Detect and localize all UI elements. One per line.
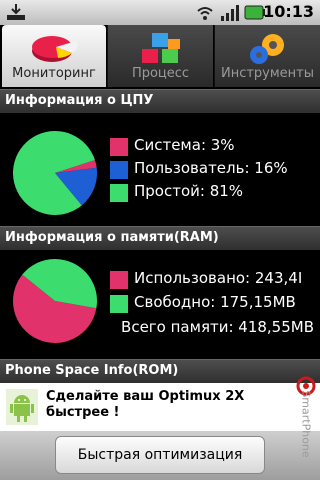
tab-tools-label: Инструменты	[220, 66, 315, 81]
watermark: SmartPhone	[294, 370, 318, 478]
cpu-idle-swatch	[110, 184, 128, 202]
rom-section-header: Phone Space Info(ROM)	[0, 359, 320, 383]
ram-legend-used: Использовано: 243,4I	[110, 269, 318, 291]
ram-pie-chart	[12, 259, 97, 343]
bottom-bar: Быстрая оптимизация	[0, 431, 320, 480]
tab-process[interactable]: Процесс	[107, 25, 213, 87]
ram-free-label: Свободно: 175,15MB	[134, 293, 296, 311]
cpu-legend-system: Система: 3%	[110, 136, 310, 158]
usb-download-icon	[7, 4, 25, 20]
cpu-user-swatch	[110, 161, 128, 179]
tab-tools[interactable]: Инструменты	[214, 25, 320, 87]
ram-free-swatch	[110, 295, 128, 313]
ram-used-swatch	[110, 271, 128, 289]
ad-banner[interactable]: Сделайте ваш Optimux 2X быстрее !	[0, 383, 320, 431]
signal-icon	[221, 5, 239, 21]
cpu-legend-idle: Простой: 81%	[110, 182, 310, 204]
watermark-text: SmartPhone	[299, 390, 313, 458]
wifi-icon	[197, 7, 213, 20]
tab-process-label: Процесс	[131, 66, 190, 81]
cpu-pie-chart	[12, 131, 97, 215]
cpu-section-title: Информация о ЦПУ	[5, 93, 154, 108]
ram-total-label: Всего памяти: 418,55MB	[121, 318, 314, 336]
cpu-user-label: Пользователь: 16%	[134, 159, 288, 177]
ram-section-header: Информация о памяти(RAM)	[0, 226, 320, 250]
rom-section-title: Phone Space Info(ROM)	[5, 363, 179, 378]
clock: 10:13	[263, 2, 314, 21]
gears-icon	[249, 34, 284, 64]
ram-section-title: Информация о памяти(RAM)	[5, 230, 219, 245]
cpu-system-swatch	[110, 138, 128, 156]
quick-optimize-button[interactable]: Быстрая оптимизация	[55, 436, 265, 474]
cpu-system-label: Система: 3%	[134, 136, 235, 154]
tab-monitoring[interactable]: Мониторинг	[2, 25, 106, 87]
cpu-legend-user: Пользователь: 16%	[110, 159, 310, 181]
android-icon	[6, 389, 38, 425]
ram-legend-free: Свободно: 175,15MB	[110, 293, 318, 315]
tab-bar: Мониторинг Процесс Инструменты	[0, 25, 320, 87]
tab-monitoring-label: Мониторинг	[12, 66, 96, 81]
cpu-section-header: Информация о ЦПУ	[0, 89, 320, 113]
ad-text: Сделайте ваш Optimux 2X быстрее !	[46, 389, 245, 420]
status-bar: 10:13	[0, 0, 320, 25]
cubes-icon	[141, 33, 180, 63]
ram-used-label: Использовано: 243,4I	[134, 269, 303, 287]
cpu-idle-label: Простой: 81%	[134, 182, 244, 200]
pie-chart-icon	[32, 36, 78, 62]
